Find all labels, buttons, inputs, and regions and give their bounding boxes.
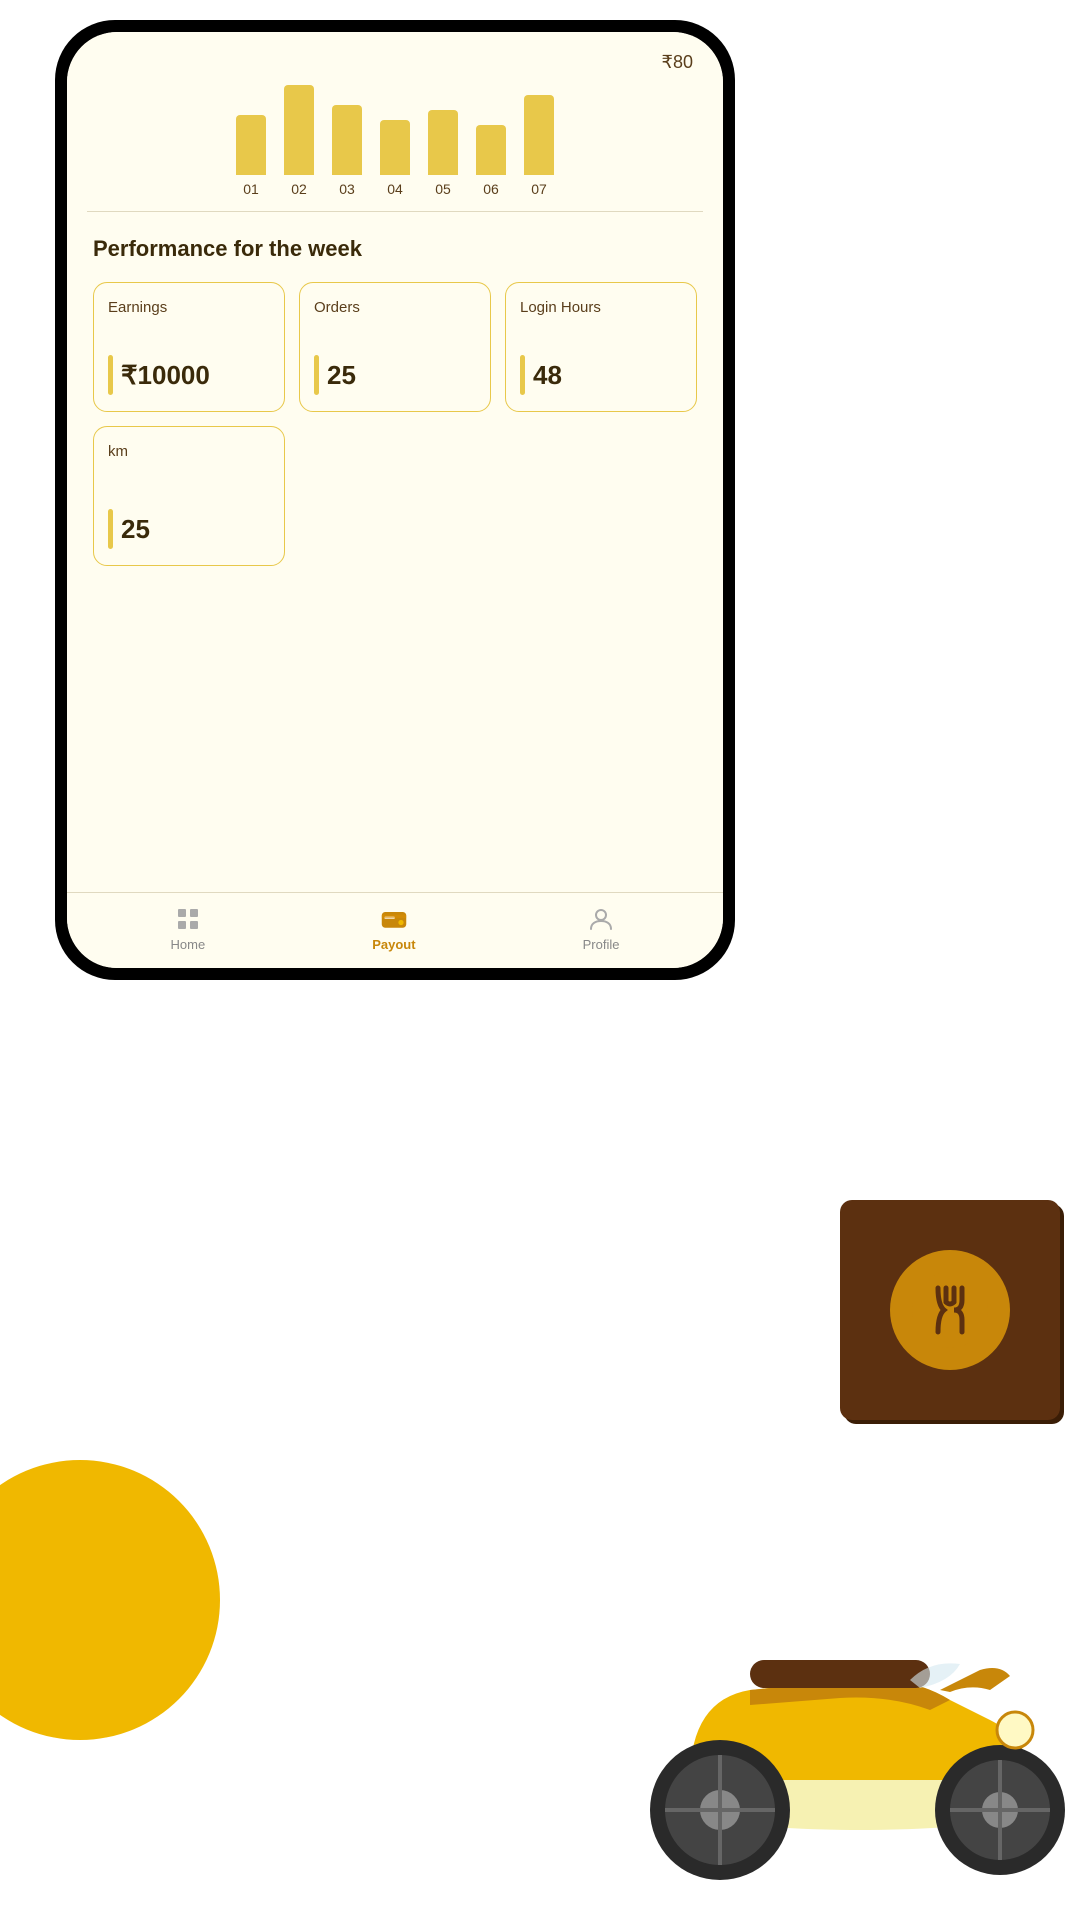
delivery-scooter (600, 1200, 1080, 1920)
section-title: Performance for the week (93, 236, 697, 262)
bar-group: 04 (380, 120, 410, 197)
chart-bar (284, 85, 314, 175)
chart-bar (524, 95, 554, 175)
yellow-circle-decoration (0, 1460, 220, 1740)
login-hours-bar-indicator (520, 355, 525, 395)
chart-bar (428, 110, 458, 175)
chart-bar (380, 120, 410, 175)
orders-bar-indicator (314, 355, 319, 395)
earnings-label: Earnings (108, 299, 270, 316)
bar-group: 07 (524, 95, 554, 197)
login-hours-value-row: 48 (520, 355, 682, 395)
payout-nav-label: Payout (372, 937, 415, 952)
login-hours-value: 48 (533, 360, 562, 391)
bar-chart: 01 02 03 04 05 06 07 (97, 81, 693, 201)
earnings-bar-indicator (108, 355, 113, 395)
bar-label: 05 (435, 181, 451, 197)
km-bar-indicator (108, 509, 113, 549)
delivery-box (840, 1200, 1060, 1420)
bar-group: 05 (428, 110, 458, 197)
bar-label: 02 (291, 181, 307, 197)
bar-label: 03 (339, 181, 355, 197)
nav-item-home[interactable]: Home (171, 905, 206, 952)
bar-group: 01 (236, 115, 266, 197)
nav-item-profile[interactable]: Profile (583, 905, 620, 952)
orders-label: Orders (314, 299, 476, 316)
login-hours-card: Login Hours 48 (505, 282, 697, 412)
chart-bar (332, 105, 362, 175)
bar-label: 07 (531, 181, 547, 197)
main-content: Performance for the week Earnings ₹10000… (67, 212, 723, 892)
orders-value: 25 (327, 360, 356, 391)
illustration-area (0, 1020, 1080, 1920)
nav-item-payout[interactable]: Payout (372, 905, 415, 952)
chart-section: ₹80 01 02 03 04 05 06 07 (67, 32, 723, 211)
km-value: 25 (121, 514, 150, 545)
earnings-value-row: ₹10000 (108, 355, 270, 395)
phone-screen: ₹80 01 02 03 04 05 06 07 Performance for the w… (67, 32, 723, 968)
box-logo (890, 1250, 1010, 1370)
bar-group: 03 (332, 105, 362, 197)
km-card-row: km 25 (93, 426, 697, 566)
bar-group: 06 (476, 125, 506, 197)
phone-frame: ₹80 01 02 03 04 05 06 07 Performance for the w… (55, 20, 735, 980)
stats-grid: Earnings ₹10000 Orders 25 Login (93, 282, 697, 412)
bar-group: 02 (284, 85, 314, 197)
km-label: km (108, 443, 270, 460)
orders-value-row: 25 (314, 355, 476, 395)
bottom-nav: Home Payout (67, 892, 723, 968)
chart-top-label: ₹80 (97, 52, 693, 73)
chart-bar (236, 115, 266, 175)
km-value-row: 25 (108, 509, 270, 549)
login-hours-label: Login Hours (520, 299, 682, 316)
profile-icon (587, 905, 615, 933)
bar-label: 01 (243, 181, 259, 197)
chart-bar (476, 125, 506, 175)
payout-icon (380, 905, 408, 933)
bar-label: 06 (483, 181, 499, 197)
bar-label: 04 (387, 181, 403, 197)
earnings-value: ₹10000 (121, 360, 210, 391)
km-card: km 25 (93, 426, 285, 566)
home-nav-label: Home (171, 937, 206, 952)
orders-card: Orders 25 (299, 282, 491, 412)
earnings-card: Earnings ₹10000 (93, 282, 285, 412)
profile-nav-label: Profile (583, 937, 620, 952)
home-icon (174, 905, 202, 933)
